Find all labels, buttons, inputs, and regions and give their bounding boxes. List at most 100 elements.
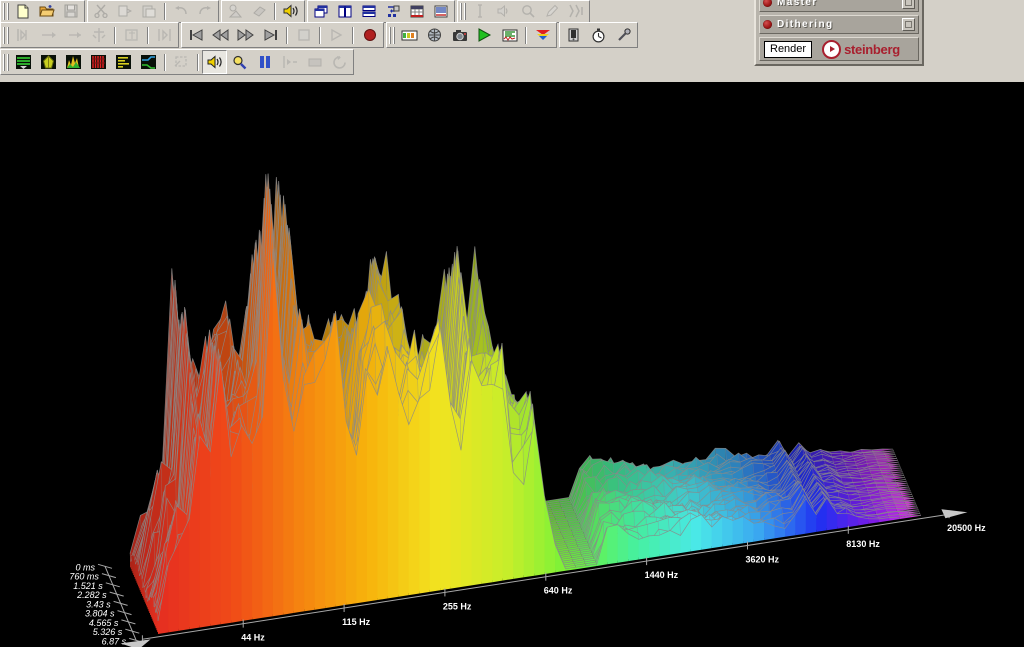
stop-button[interactable] xyxy=(291,23,316,47)
loudness-view-button[interactable] xyxy=(86,50,111,74)
magnifier-zoom-icon xyxy=(521,4,535,18)
dithering-expand-button[interactable] xyxy=(902,18,915,31)
time-display-button[interactable] xyxy=(586,23,611,47)
frequency-analysis-plot[interactable]: 20 Hz44 Hz115 Hz255 Hz640 Hz1440 Hz3620 … xyxy=(0,82,1024,647)
microphone-icon xyxy=(617,28,631,42)
zoom-tool-button[interactable] xyxy=(516,0,540,22)
toolbar-grip[interactable] xyxy=(3,53,9,71)
region-button[interactable] xyxy=(302,50,327,74)
tile-horizontal-button[interactable] xyxy=(357,0,381,22)
toolbar-grip[interactable] xyxy=(3,26,9,44)
save-disk-icon xyxy=(64,4,78,18)
marker-anchor-button[interactable] xyxy=(86,23,111,47)
stop-icon xyxy=(297,28,311,42)
svg-text:255 Hz: 255 Hz xyxy=(443,601,472,611)
crossfade-icon xyxy=(157,27,173,43)
move-left-button[interactable] xyxy=(61,23,86,47)
toolbar-separator xyxy=(286,26,288,44)
play-button[interactable] xyxy=(324,23,349,47)
time-stretch-button[interactable] xyxy=(564,0,588,22)
master-expand-button[interactable] xyxy=(902,0,915,9)
redo-button[interactable] xyxy=(193,0,217,22)
spectrum-view-button[interactable] xyxy=(36,50,61,74)
envelope-view-button[interactable] xyxy=(136,50,161,74)
loop-region-button[interactable] xyxy=(119,23,144,47)
zoom-button[interactable] xyxy=(227,50,252,74)
dithering-slot[interactable]: Dithering xyxy=(759,15,919,34)
toolbar-separator xyxy=(274,2,276,20)
erase-button[interactable] xyxy=(247,0,271,22)
refresh-button[interactable] xyxy=(327,50,352,74)
spreadsheet-icon xyxy=(410,5,424,18)
snapshot-button[interactable] xyxy=(447,23,472,47)
database-button[interactable] xyxy=(429,0,453,22)
waveform-list-button[interactable] xyxy=(497,23,522,47)
toolbar-grip[interactable] xyxy=(460,2,466,20)
playback-button[interactable] xyxy=(472,23,497,47)
volume-button[interactable] xyxy=(279,0,303,22)
spectrum-3d-button[interactable] xyxy=(530,23,555,47)
toolbar-grip[interactable] xyxy=(3,2,9,20)
fast-forward-icon xyxy=(237,28,254,42)
pause-button[interactable] xyxy=(252,50,277,74)
marker-jump-icon xyxy=(282,55,298,69)
new-document-button[interactable] xyxy=(11,0,35,22)
fast-forward-button[interactable] xyxy=(233,23,258,47)
surface-mesh xyxy=(129,173,922,634)
spectrum-analyser-button[interactable] xyxy=(422,23,447,47)
tile-vertical-button[interactable] xyxy=(333,0,357,22)
snap-marker-button[interactable] xyxy=(11,23,36,47)
toolbar-group-window xyxy=(307,0,455,23)
crossfade-button[interactable] xyxy=(152,23,177,47)
svg-text:44 Hz: 44 Hz xyxy=(241,633,265,643)
cascade-windows-button[interactable] xyxy=(309,0,333,22)
move-left-icon xyxy=(66,28,82,42)
move-right-button[interactable] xyxy=(36,23,61,47)
go-to-end-button[interactable] xyxy=(258,23,283,47)
toolbar-group-tools xyxy=(457,0,590,23)
undo-button[interactable] xyxy=(169,0,193,22)
normalize-button[interactable] xyxy=(223,0,247,22)
toolbar-group-transport xyxy=(181,22,384,48)
play-tool-button[interactable] xyxy=(492,0,516,22)
text-cursor-icon xyxy=(475,4,485,18)
svg-text:1440 Hz: 1440 Hz xyxy=(645,570,679,580)
jump-to-marker-button[interactable] xyxy=(277,50,302,74)
paste-button[interactable] xyxy=(137,0,161,22)
toolbar-group-analysis xyxy=(386,22,557,48)
record-button[interactable] xyxy=(357,23,382,47)
save-file-button[interactable] xyxy=(59,0,83,22)
copy-button[interactable] xyxy=(113,0,137,22)
bar-graph-view-button[interactable] xyxy=(111,50,136,74)
master-slot[interactable]: Master xyxy=(759,0,919,12)
go-to-start-button[interactable] xyxy=(183,23,208,47)
master-label: Master xyxy=(777,0,818,8)
waveform-view-button[interactable] xyxy=(11,50,36,74)
rewind-button[interactable] xyxy=(208,23,233,47)
audio-montage-button[interactable] xyxy=(405,0,429,22)
toolbar-separator xyxy=(114,26,116,44)
toolbar-group-meters xyxy=(559,22,638,48)
bit-meter-button[interactable] xyxy=(561,23,586,47)
toolbar-separator xyxy=(197,53,199,71)
copy-icon xyxy=(118,4,132,18)
spectrogram-view-button[interactable] xyxy=(61,50,86,74)
open-file-button[interactable] xyxy=(35,0,59,22)
toolbar-grip[interactable] xyxy=(389,26,395,44)
render-button[interactable]: Render xyxy=(764,40,813,58)
deselect-button[interactable] xyxy=(169,50,194,74)
toolbar-group-edit xyxy=(87,0,219,23)
envelope-view-icon xyxy=(140,54,157,70)
select-tool-button[interactable] xyxy=(468,0,492,22)
database-list-icon xyxy=(434,5,448,18)
switch-window-button[interactable] xyxy=(381,0,405,22)
record-input-button[interactable] xyxy=(611,23,636,47)
cut-button[interactable] xyxy=(89,0,113,22)
pencil-tool-button[interactable] xyxy=(540,0,564,22)
open-folder-icon xyxy=(39,4,55,19)
waveform-view-icon xyxy=(15,54,32,70)
cascade-windows-icon xyxy=(314,5,329,18)
loudness-view-icon xyxy=(90,54,107,70)
level-meter-button[interactable] xyxy=(397,23,422,47)
monitor-button[interactable] xyxy=(202,50,227,74)
